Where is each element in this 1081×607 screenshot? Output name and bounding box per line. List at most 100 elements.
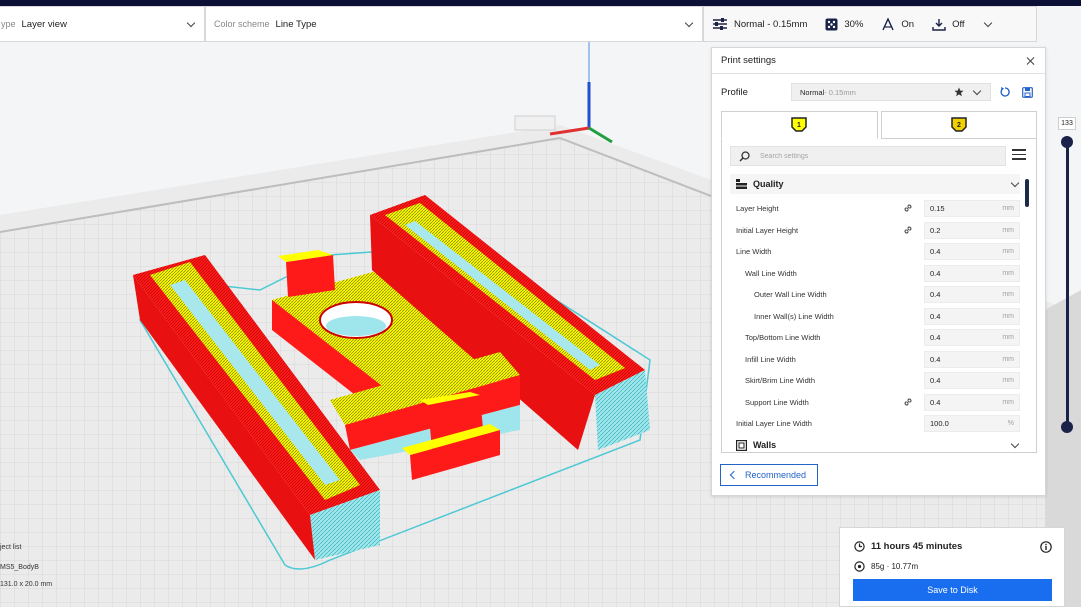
- reset-icon[interactable]: [997, 84, 1013, 100]
- print-profile-summary[interactable]: Normal - 0.15mm: [712, 17, 807, 31]
- panel-title: Print settings: [721, 55, 776, 66]
- settings-scrollbar[interactable]: [1025, 179, 1029, 207]
- setting-value: 0.15: [930, 203, 945, 213]
- view-toolbar: ype Layer view Color scheme Line Type No…: [0, 6, 1045, 42]
- profile-row: Profile Normal - 0.15mm: [721, 82, 1039, 102]
- category-label: Quality: [753, 179, 784, 189]
- link-icon[interactable]: [902, 396, 914, 408]
- layer-number[interactable]: 133: [1058, 117, 1076, 130]
- support-summary[interactable]: On: [881, 17, 915, 31]
- setting-support-line-width: Support Line Width 0.4 mm: [736, 392, 1020, 412]
- close-icon[interactable]: [1026, 56, 1036, 66]
- job-summary-panel: 11 hours 45 minutes 85g · 10.77m Save to…: [839, 527, 1065, 607]
- setting-field[interactable]: 0.4 mm: [924, 328, 1020, 346]
- setting-field[interactable]: 100.0%: [924, 414, 1020, 432]
- setting-field[interactable]: 0.4 mm: [924, 285, 1020, 303]
- quality-icon: [736, 179, 747, 189]
- chevron-down-icon: [972, 87, 982, 97]
- setting-field[interactable]: 0.4 mm: [924, 371, 1020, 389]
- setting-value: 0.4: [930, 397, 941, 407]
- color-scheme-caption: Color scheme: [214, 19, 270, 29]
- adhesion-summary[interactable]: Off: [932, 18, 965, 31]
- setting-top-bottom-line-width: Top/Bottom Line Width 0.4 mm: [736, 327, 1020, 347]
- setting-label: Line Width: [736, 246, 772, 256]
- setting-unit: mm: [1002, 376, 1014, 384]
- view-type-select[interactable]: ype Layer view: [0, 6, 205, 42]
- layer-track[interactable]: [1065, 141, 1069, 427]
- info-icon[interactable]: [1040, 541, 1052, 553]
- search-input[interactable]: [760, 152, 960, 160]
- setting-field[interactable]: 0.4 mm: [924, 242, 1020, 260]
- setting-layer-height: Layer Height 0.15 mm: [736, 198, 1020, 218]
- extruder-tabs: 1 2: [721, 111, 1037, 139]
- setting-value: 0.4: [930, 354, 941, 364]
- setting-field[interactable]: 0.4 mm: [924, 393, 1020, 411]
- adhesion-icon: [932, 18, 946, 31]
- setting-initial-layer-height: Initial Layer Height 0.2 mm: [736, 220, 1020, 240]
- setting-label: Support Line Width: [745, 397, 809, 407]
- tab-extruder-2[interactable]: 2: [880, 111, 1037, 139]
- setting-unit: mm: [1002, 398, 1014, 406]
- view-type-value: Layer view: [21, 18, 67, 30]
- setting-field[interactable]: 0.2 mm: [924, 221, 1020, 239]
- setting-label: Layer Height: [736, 203, 779, 213]
- color-scheme-select[interactable]: Color scheme Line Type: [205, 6, 703, 42]
- setting-value: 0.4: [930, 332, 941, 342]
- category-walls[interactable]: Walls: [730, 435, 1020, 452]
- setting-field[interactable]: 0.4 mm: [924, 350, 1020, 368]
- settings-menu-icon[interactable]: [1012, 149, 1026, 161]
- infill-summary[interactable]: 30%: [825, 18, 863, 31]
- view-type-caption: ype: [1, 19, 16, 29]
- clock-icon: [854, 541, 865, 552]
- save-to-disk-button[interactable]: Save to Disk: [853, 579, 1052, 601]
- setting-field[interactable]: 0.15 mm: [924, 199, 1020, 217]
- setting-infill-line-width: Infill Line Width 0.4 mm: [736, 349, 1020, 369]
- tab-extruder-1[interactable]: 1: [721, 111, 878, 139]
- setting-value: 0.4: [930, 246, 941, 256]
- link-icon[interactable]: [902, 202, 914, 214]
- profile-suffix: - 0.15mm: [824, 87, 856, 97]
- material-usage: 85g · 10.77m: [854, 561, 918, 572]
- setting-inner-wall-line-width: Inner Wall(s) Line Width 0.4 mm: [736, 306, 1020, 326]
- layer-upper-handle[interactable]: [1061, 136, 1073, 148]
- recommended-button[interactable]: Recommended: [720, 464, 818, 486]
- layer-slider[interactable]: 133: [1058, 117, 1076, 437]
- setting-value: 0.4: [930, 375, 941, 385]
- print-setup-selector[interactable]: Normal - 0.15mm 30% On Off: [703, 6, 1037, 42]
- save-profile-icon[interactable]: [1019, 84, 1035, 100]
- object-list-title[interactable]: ject list: [0, 544, 21, 551]
- star-icon[interactable]: [954, 87, 964, 97]
- material-value: 85g · 10.77m: [871, 562, 919, 571]
- chevron-down-icon: [983, 19, 993, 29]
- setting-value: 0.4: [930, 268, 941, 278]
- support-icon: [882, 17, 895, 30]
- support-value: On: [901, 18, 915, 30]
- category-label: Walls: [753, 440, 777, 450]
- chevron-left-icon: [729, 470, 739, 480]
- setting-initial-layer-line-width: Initial Layer Line Width 100.0%: [736, 413, 1020, 433]
- category-quality[interactable]: Quality: [730, 174, 1020, 194]
- settings-list[interactable]: Quality Layer Height 0.15 mm Initial Laye…: [721, 139, 1037, 453]
- profile-select[interactable]: Normal - 0.15mm: [791, 83, 991, 101]
- setting-label: Outer Wall Line Width: [754, 289, 827, 299]
- setting-field[interactable]: 0.4 mm: [924, 307, 1020, 325]
- extruder-icon: 2: [951, 117, 967, 132]
- setting-field[interactable]: 0.4 mm: [924, 264, 1020, 282]
- profile-label: Profile: [721, 86, 748, 98]
- infill-icon: [825, 18, 838, 30]
- object-name[interactable]: MS5_BodyB: [0, 564, 39, 571]
- walls-icon: [736, 439, 747, 451]
- setting-label: Skirt/Brim Line Width: [745, 375, 816, 385]
- print-profile-label: Normal - 0.15mm: [734, 18, 808, 30]
- extruder-number: 2: [957, 122, 961, 129]
- setting-unit: mm: [1002, 355, 1014, 363]
- setting-outer-wall-line-width: Outer Wall Line Width 0.4 mm: [736, 284, 1020, 304]
- search-box[interactable]: [730, 146, 1006, 166]
- chevron-down-icon: [1010, 179, 1020, 189]
- setting-label: Inner Wall(s) Line Width: [754, 311, 834, 321]
- setting-label: Wall Line Width: [745, 268, 797, 278]
- layer-lower-handle[interactable]: [1061, 421, 1073, 433]
- print-settings-panel: Print settings Profile Normal - 0.15mm 1…: [711, 47, 1046, 496]
- chevron-down-icon: [1010, 440, 1020, 450]
- link-icon[interactable]: [902, 224, 914, 236]
